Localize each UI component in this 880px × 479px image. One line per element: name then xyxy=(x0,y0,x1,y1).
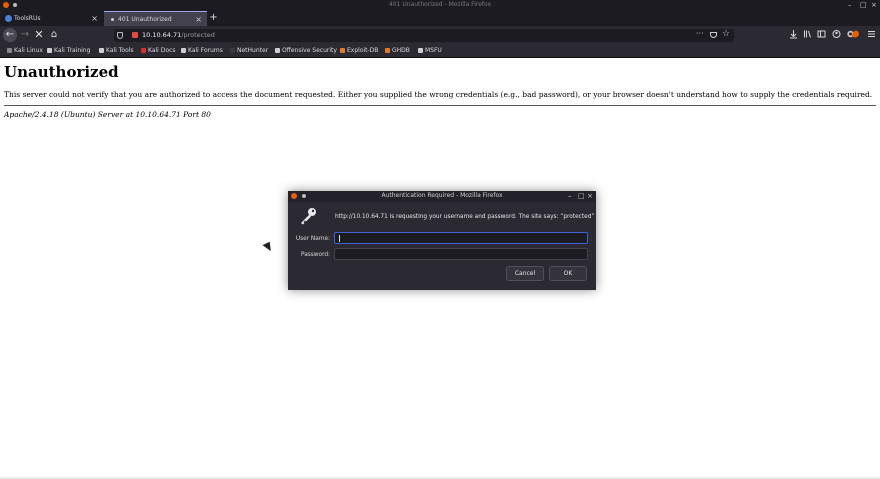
bookmark-msfu[interactable]: MSFU xyxy=(418,44,442,58)
kali-dragon-icon xyxy=(99,47,104,53)
dialog-close-button[interactable]: × xyxy=(587,191,593,201)
bookmark-label: GHDB xyxy=(392,47,410,54)
bookmark-label: Kali Training xyxy=(54,47,91,54)
bookmark-label: MSFU xyxy=(425,47,442,54)
sidebar-icon[interactable] xyxy=(816,29,827,41)
library-icon[interactable] xyxy=(802,29,813,41)
username-field[interactable] xyxy=(334,232,588,244)
password-field[interactable] xyxy=(334,248,588,260)
bookmarks-toolbar: Kali Linux Kali Training Kali Tools Kali… xyxy=(0,44,880,58)
password-label: Password: xyxy=(300,252,330,258)
dialog-title: Authentication Required - Mozilla Firefo… xyxy=(381,192,503,199)
dialog-message: http://10.10.64.71 is requesting your us… xyxy=(335,214,595,220)
window-titlebar: 401 Unauthorized - Mozilla Firefox – □ × xyxy=(0,0,880,11)
download-icon[interactable] xyxy=(788,29,799,41)
kali-dragon-icon xyxy=(7,47,12,53)
offsec-icon xyxy=(275,47,280,53)
bookmark-label: Kali Forums xyxy=(188,47,223,54)
maximize-button[interactable]: □ xyxy=(860,0,867,10)
bookmark-kali-docs[interactable]: Kali Docs xyxy=(141,44,175,58)
dialog-titlebar: Authentication Required - Mozilla Firefo… xyxy=(288,191,596,202)
text-caret xyxy=(339,235,340,242)
bookmark-label: NetHunter xyxy=(237,47,269,54)
tracking-protection-shield-icon[interactable] xyxy=(117,32,123,39)
error-message: This server could not verify that you ar… xyxy=(4,90,873,99)
url-host: 10.10.64.71 xyxy=(142,31,182,39)
forward-button[interactable]: → xyxy=(18,28,32,42)
insecure-connection-icon[interactable] xyxy=(132,32,138,38)
window-title: 401 Unauthorized - Mozilla Firefox xyxy=(388,1,492,8)
bookmark-nethunter[interactable]: NetHunter xyxy=(230,44,268,58)
bookmark-ghdb[interactable]: GHDB xyxy=(385,44,410,58)
bookmark-kali-linux[interactable]: Kali Linux xyxy=(7,44,43,58)
dialog-maximize-button[interactable]: □ xyxy=(578,191,585,201)
auth-dialog: Authentication Required - Mozilla Firefo… xyxy=(288,191,596,290)
url-text[interactable]: 10.10.64.71/protected xyxy=(142,31,215,39)
ok-button[interactable]: OK xyxy=(549,266,587,281)
firefox-account-icon[interactable] xyxy=(850,29,861,41)
close-window-button[interactable]: × xyxy=(871,0,877,10)
bookmark-star-icon[interactable]: ☆ xyxy=(722,29,730,39)
cancel-button[interactable]: Cancel xyxy=(506,266,544,281)
page-actions-button[interactable]: ··· xyxy=(696,29,704,38)
bookmark-label: Offensive Security xyxy=(282,47,337,54)
url-bar[interactable]: 10.10.64.71/protected ··· ☆ xyxy=(114,29,734,42)
minimize-button[interactable]: – xyxy=(848,0,852,10)
kali-dragon-icon xyxy=(181,47,186,53)
mouse-cursor-icon xyxy=(262,241,274,254)
msfu-icon xyxy=(418,47,423,53)
site-favicon-icon xyxy=(5,15,12,22)
back-button[interactable]: ← xyxy=(3,28,17,42)
tab-strip: ToolsRUs × 401 Unauthorized × + xyxy=(0,11,880,26)
pocket-icon[interactable] xyxy=(710,32,717,38)
account-icon[interactable] xyxy=(831,29,842,41)
bookmark-kali-tools[interactable]: Kali Tools xyxy=(99,44,134,58)
ghdb-icon xyxy=(385,47,390,53)
username-label: User Name: xyxy=(295,236,330,242)
new-tab-button[interactable]: + xyxy=(208,11,219,26)
tab-title: ToolsRUs xyxy=(14,15,41,22)
url-path: /protected xyxy=(181,31,215,39)
bookmark-label: Exploit-DB xyxy=(347,47,379,54)
tab-title: 401 Unauthorized xyxy=(118,16,172,23)
bookmark-label: Kali Tools xyxy=(106,47,134,54)
loading-dot-icon xyxy=(111,18,114,21)
navigation-toolbar: ← → ✕ ⌂ 10.10.64.71/protected ··· ☆ xyxy=(0,26,880,44)
tab-toolsrus[interactable]: ToolsRUs × xyxy=(0,11,103,26)
home-button[interactable]: ⌂ xyxy=(47,28,61,42)
bookmark-label: Kali Docs xyxy=(148,47,176,54)
key-icon xyxy=(301,208,316,225)
bookmark-kali-forums[interactable]: Kali Forums xyxy=(181,44,223,58)
menu-icon[interactable] xyxy=(866,29,877,41)
bookmark-exploit-db[interactable]: Exploit-DB xyxy=(340,44,378,58)
bookmark-kali-training[interactable]: Kali Training xyxy=(47,44,90,58)
kali-dragon-icon xyxy=(47,47,52,53)
stop-button[interactable]: ✕ xyxy=(32,28,46,42)
server-signature: Apache/2.4.18 (Ubuntu) Server at 10.10.6… xyxy=(4,110,211,119)
nethunter-icon xyxy=(230,47,235,53)
exploit-db-icon xyxy=(340,47,345,53)
close-tab-icon[interactable]: × xyxy=(91,11,98,26)
page-heading: Unauthorized xyxy=(4,63,119,81)
close-tab-icon[interactable]: × xyxy=(195,12,202,27)
docs-icon xyxy=(141,47,146,53)
dialog-minimize-button[interactable]: – xyxy=(568,191,572,201)
tab-401-unauthorized[interactable]: 401 Unauthorized × xyxy=(104,11,207,26)
bookmark-label: Kali Linux xyxy=(14,47,43,54)
divider xyxy=(4,105,876,106)
bookmark-offensive-security[interactable]: Offensive Security xyxy=(275,44,337,58)
